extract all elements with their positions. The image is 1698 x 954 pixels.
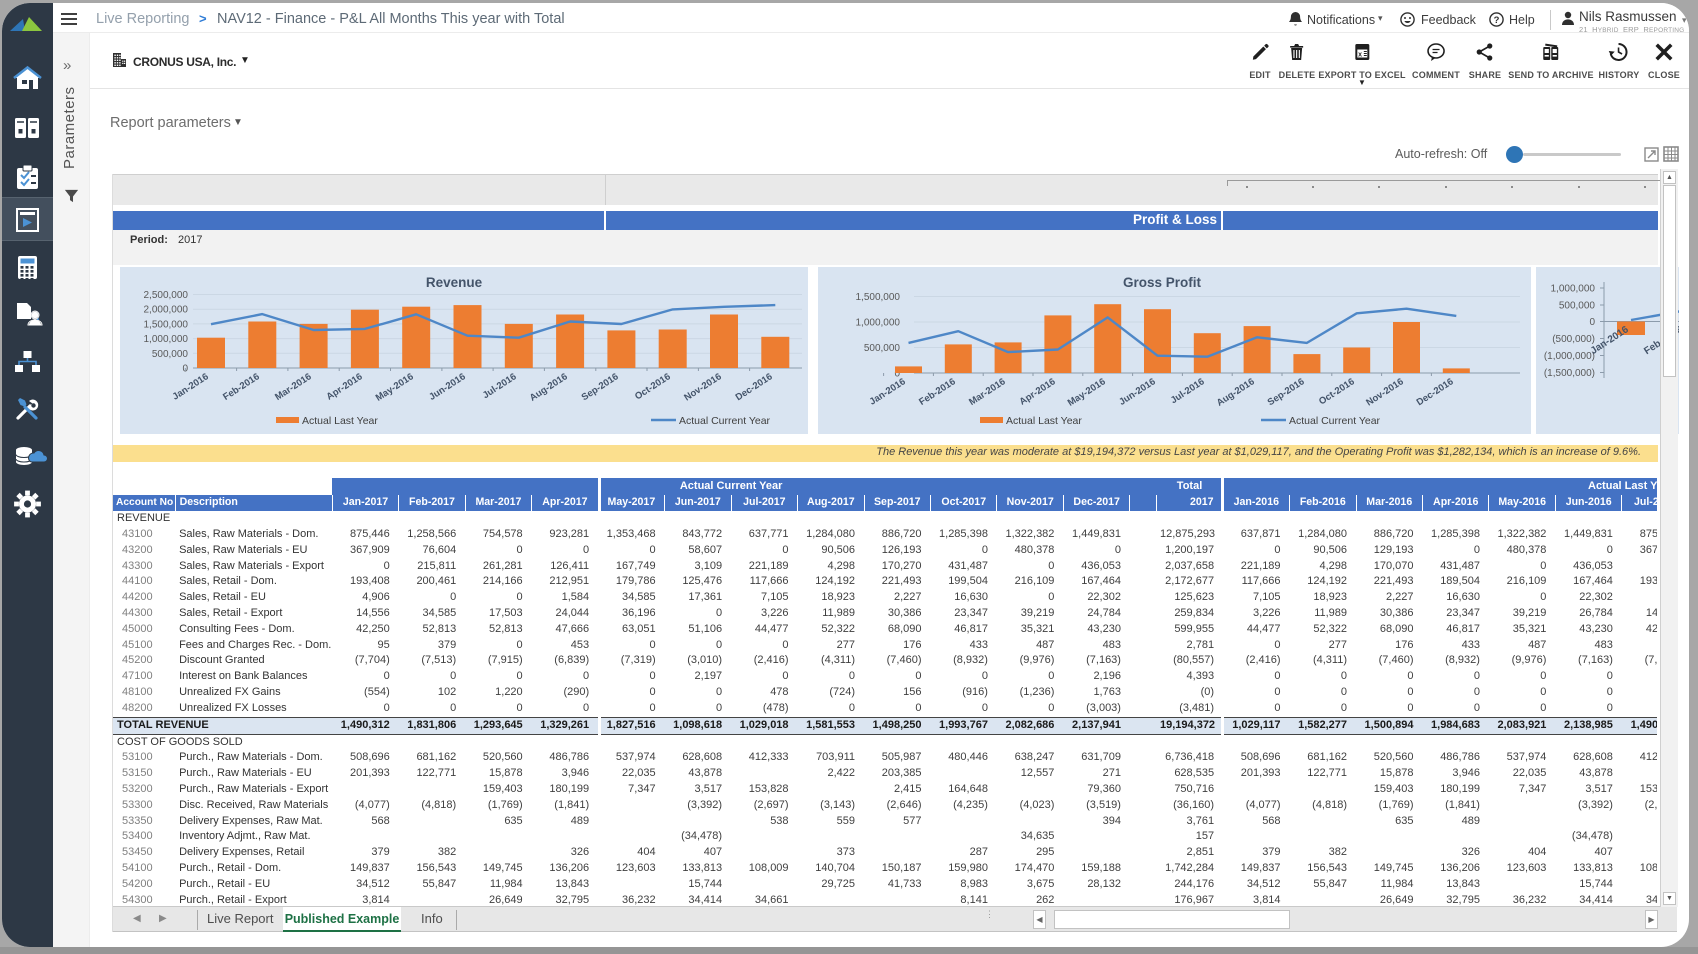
- svg-text:500,000: 500,000: [864, 343, 901, 354]
- svg-text:1,500,000: 1,500,000: [856, 292, 901, 303]
- svg-text:Actual Last Year: Actual Last Year: [302, 415, 378, 427]
- svg-text:2,500,000: 2,500,000: [144, 290, 189, 301]
- svg-text:1,000,000: 1,000,000: [1551, 284, 1596, 295]
- svg-text:2,000,000: 2,000,000: [144, 305, 189, 316]
- svg-text:(1,000,000): (1,000,000): [1544, 351, 1595, 362]
- svg-text:1,000,000: 1,000,000: [856, 318, 901, 329]
- svg-text:x: x: [1358, 52, 1362, 59]
- svg-text:Actual Last Year: Actual Last Year: [1006, 415, 1082, 427]
- svg-text:Revenue: Revenue: [426, 275, 483, 290]
- svg-text:500,000: 500,000: [152, 349, 189, 360]
- svg-text:1,000,000: 1,000,000: [144, 334, 189, 345]
- svg-text:Actual Current Year: Actual Current Year: [1289, 415, 1381, 427]
- svg-text:(500,000): (500,000): [1552, 334, 1595, 345]
- svg-text:(1,500,000): (1,500,000): [1544, 368, 1595, 379]
- svg-text:1,500,000: 1,500,000: [144, 319, 189, 330]
- svg-text:Gross Profit: Gross Profit: [1123, 275, 1202, 290]
- svg-text:?: ?: [1494, 15, 1500, 26]
- svg-text:Actual Current Year: Actual Current Year: [679, 415, 771, 427]
- svg-text:500,000: 500,000: [1559, 301, 1596, 312]
- svg-text:0: 0: [1589, 317, 1595, 328]
